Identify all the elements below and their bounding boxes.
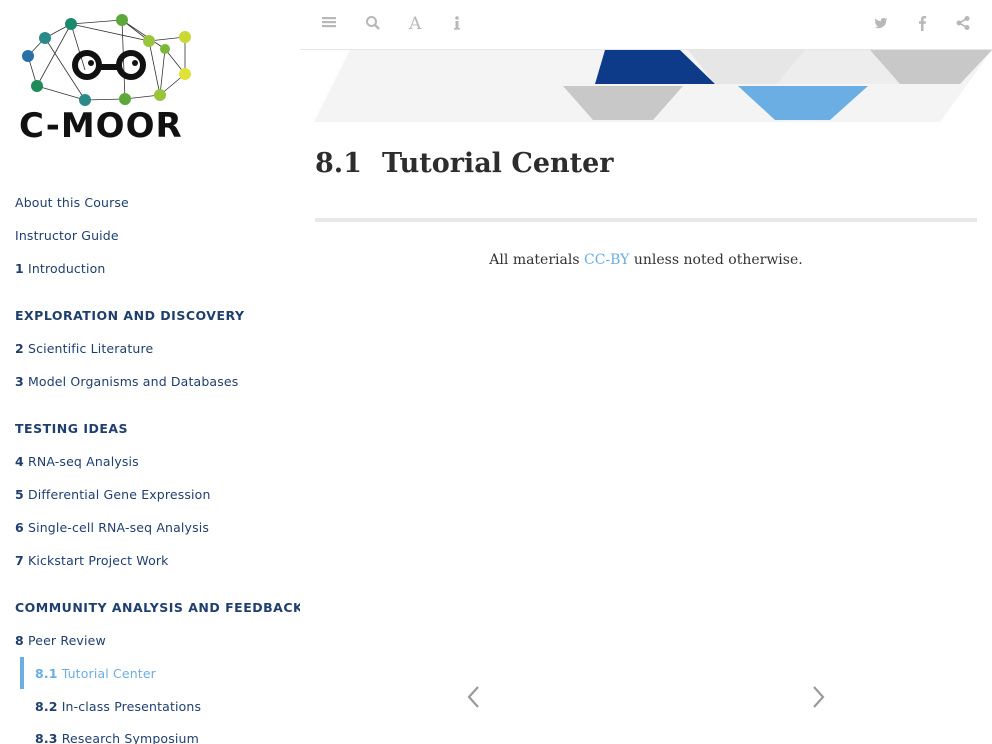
c-moor-logo[interactable]: C-MOOR: [15, 10, 205, 155]
sidebar: C-MOOR About this Course Instructor Guid…: [0, 0, 300, 744]
sidebar-item-kickstart[interactable]: 7 Kickstart Project Work: [15, 553, 169, 568]
sidebar-item-label: RNA-seq Analysis: [27, 454, 139, 469]
sidebar-section-heading: EXPLORATION AND DISCOVERY: [15, 308, 245, 323]
sidebar-item-label: Research Symposium: [61, 731, 199, 744]
sidebar-item-introduction[interactable]: 1 Introduction: [15, 261, 105, 276]
sidebar-item-label: Differential Gene Expression: [27, 487, 211, 502]
sidebar-item-label: Tutorial Center: [61, 666, 156, 681]
cc-by-link[interactable]: CC-BY: [584, 252, 629, 268]
logo-wordmark: C-MOOR: [19, 106, 183, 146]
sidebar-item-label: Model Organisms and Databases: [27, 374, 239, 389]
header-banner-graphic: [300, 50, 992, 122]
info-icon[interactable]: [452, 15, 472, 35]
book-toolbar: A: [300, 0, 992, 50]
active-item-indicator: [20, 657, 24, 689]
sidebar-item-rna-seq[interactable]: 4 RNA-seq Analysis: [15, 454, 139, 469]
sidebar-item-label: Scientific Literature: [27, 341, 154, 356]
sidebar-item-about[interactable]: About this Course: [15, 195, 129, 210]
sidebar-section-heading: TESTING IDEAS: [15, 421, 129, 436]
sidebar-item-number: 2: [15, 341, 24, 356]
sidebar-item-in-class-presentations[interactable]: 8.2 In-class Presentations: [35, 699, 201, 714]
sidebar-item-research-symposium[interactable]: 8.3 Research Symposium: [35, 731, 199, 744]
license-note: All materials CC-BY unless noted otherwi…: [315, 252, 977, 268]
section-number: 8.1: [315, 148, 362, 179]
page-title: 8.1 Tutorial Center: [315, 148, 614, 179]
title-divider: [315, 218, 977, 222]
sidebar-item-number: 1: [15, 261, 24, 276]
sidebar-item-number: 8.2: [35, 699, 58, 714]
sidebar-item-label: Instructor Guide: [15, 228, 119, 243]
sidebar-item-label: In-class Presentations: [61, 699, 202, 714]
sidebar-item-tutorial-center[interactable]: 8.1 Tutorial Center: [35, 666, 156, 681]
next-page-icon[interactable]: [812, 683, 832, 713]
sidebar-item-number: 4: [15, 454, 24, 469]
twitter-icon[interactable]: [873, 15, 893, 35]
sidebar-item-label: Single-cell RNA-seq Analysis: [27, 520, 210, 535]
sidebar-item-number: 5: [15, 487, 24, 502]
sidebar-item-number: 8: [15, 633, 24, 648]
search-icon[interactable]: [365, 15, 385, 35]
sidebar-section-heading: COMMUNITY ANALYSIS AND FEEDBACK: [15, 600, 300, 615]
share-icon[interactable]: [955, 15, 975, 35]
sidebar-item-number: 3: [15, 374, 24, 389]
sidebar-item-scientific-literature[interactable]: 2 Scientific Literature: [15, 341, 153, 356]
font-settings-icon[interactable]: A: [409, 14, 429, 34]
page-title-text: Tutorial Center: [381, 148, 614, 179]
license-note-prefix: All materials: [489, 252, 584, 268]
sidebar-item-label: Kickstart Project Work: [27, 553, 169, 568]
license-note-suffix: unless noted otherwise.: [629, 252, 803, 268]
sidebar-item-number: 8.3: [35, 731, 58, 744]
sidebar-item-number: 7: [15, 553, 24, 568]
sidebar-item-number: 6: [15, 520, 24, 535]
sidebar-item-instructor-guide[interactable]: Instructor Guide: [15, 228, 119, 243]
sidebar-item-single-cell[interactable]: 6 Single-cell RNA-seq Analysis: [15, 520, 209, 535]
sidebar-item-number: 8.1: [35, 666, 58, 681]
sidebar-item-label: Peer Review: [27, 633, 106, 648]
toc-toggle-icon[interactable]: [321, 15, 341, 35]
previous-page-icon[interactable]: [466, 683, 486, 713]
sidebar-item-model-organisms[interactable]: 3 Model Organisms and Databases: [15, 374, 238, 389]
sidebar-item-label: About this Course: [15, 195, 129, 210]
sidebar-item-label: Introduction: [27, 261, 106, 276]
sidebar-item-peer-review[interactable]: 8 Peer Review: [15, 633, 106, 648]
sidebar-item-differential-expression[interactable]: 5 Differential Gene Expression: [15, 487, 211, 502]
facebook-icon[interactable]: [917, 15, 937, 35]
